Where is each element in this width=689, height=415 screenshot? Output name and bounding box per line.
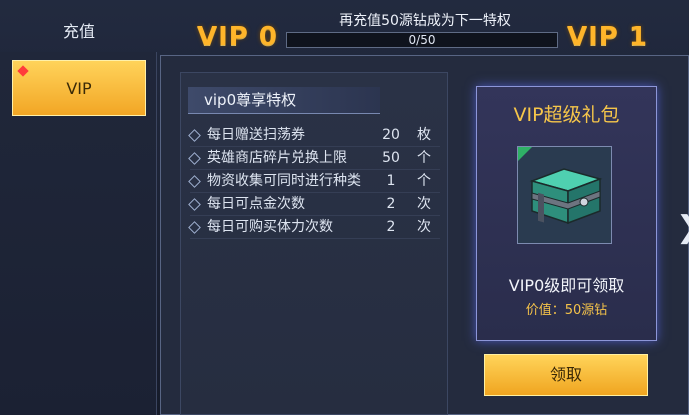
vip-progress-text: 0/50: [408, 33, 436, 47]
privilege-list: 每日赠送扫荡券 20 枚 英雄商店碎片兑换上限 50 个 物资收集可同时进行种类…: [188, 124, 440, 239]
list-item: 每日可购买体力次数 2 次: [188, 216, 440, 239]
privilege-unit: 次: [417, 219, 431, 235]
list-item: 每日可点金次数 2 次: [188, 193, 440, 216]
chevron-right-icon[interactable]: ❯: [676, 210, 689, 245]
privilege-title: vip0尊享特权: [188, 87, 380, 114]
vip-progress-bar: 0/50: [286, 32, 558, 48]
claim-button[interactable]: 领取: [484, 354, 648, 396]
progress-title: 再充值50源钻成为下一特权: [339, 13, 511, 29]
privilege-value: 2: [386, 219, 396, 235]
sidebar-item-recharge[interactable]: 充值: [12, 4, 146, 60]
privilege-unit: 次: [417, 196, 431, 212]
notification-dot-icon: [17, 65, 29, 77]
list-item: 每日赠送扫荡券 20 枚: [188, 124, 440, 147]
gift-price: 价值：50源钻: [525, 303, 608, 318]
privilege-value: 20: [382, 127, 400, 143]
bullet-icon: [188, 198, 201, 211]
privilege-value: 1: [386, 173, 396, 189]
gift-title: VIP超级礼包: [513, 104, 620, 126]
privilege-unit: 枚: [417, 127, 431, 143]
bullet-icon: [188, 129, 201, 142]
next-vip-level: VIP 1: [567, 22, 648, 52]
privilege-label: 每日可购买体力次数: [207, 219, 333, 235]
sidebar-item-vip[interactable]: VIP: [12, 60, 146, 116]
current-vip-level: VIP 0: [197, 22, 278, 52]
gift-subtitle: VIP0级即可领取: [508, 276, 625, 295]
list-item: 物资收集可同时进行种类 1 个: [188, 170, 440, 193]
bullet-icon: [188, 152, 201, 165]
privilege-label: 英雄商店碎片兑换上限: [207, 150, 347, 166]
privilege-unit: 个: [417, 150, 431, 166]
sidebar-item-label: VIP: [66, 79, 92, 98]
privilege-unit: 个: [417, 173, 431, 189]
privilege-label: 每日赠送扫荡券: [207, 127, 305, 143]
bullet-icon: [188, 221, 201, 234]
privilege-label: 每日可点金次数: [207, 196, 305, 212]
privilege-value: 2: [386, 196, 396, 212]
bullet-icon: [188, 175, 201, 188]
treasure-chest-icon: [529, 168, 603, 225]
privilege-label: 物资收集可同时进行种类: [207, 173, 361, 189]
privilege-value: 50: [382, 150, 400, 166]
rarity-corner-icon: [518, 147, 532, 161]
list-item: 英雄商店碎片兑换上限 50 个: [188, 147, 440, 170]
